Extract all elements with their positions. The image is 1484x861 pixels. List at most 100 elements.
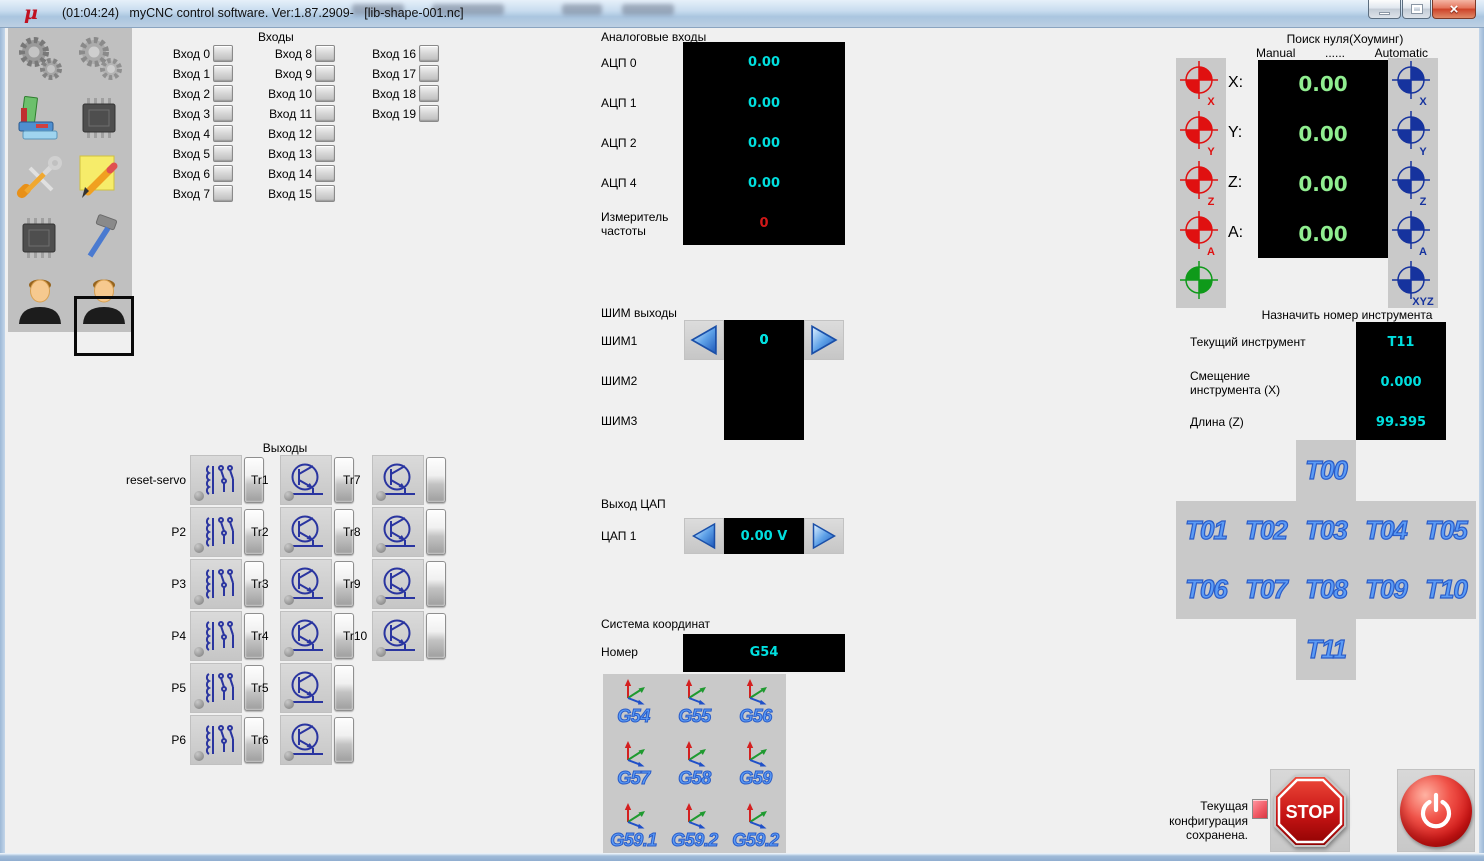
output-toggle[interactable] <box>426 457 446 503</box>
relay-button[interactable] <box>190 559 242 609</box>
relay-output-row: P6 <box>122 715 264 765</box>
decrement-arrow-button[interactable] <box>684 320 724 360</box>
input-indicator[interactable] <box>315 45 335 62</box>
tools-wrench-screwdriver-icon[interactable] <box>14 152 66 204</box>
input-indicator[interactable] <box>213 45 233 62</box>
titlebar[interactable]: μ (01:04:24) myCNC control software. Ver… <box>0 0 1484 28</box>
input-indicator[interactable] <box>213 105 233 122</box>
chip-2-icon[interactable] <box>14 212 66 264</box>
output-toggle[interactable] <box>426 561 446 607</box>
coord-system-button[interactable]: G56 <box>725 674 786 736</box>
output-led <box>376 543 386 553</box>
relay-button[interactable] <box>190 663 242 713</box>
homing-axis-button[interactable]: Z <box>1388 158 1438 208</box>
input-indicator[interactable] <box>213 65 233 82</box>
transistor-button[interactable] <box>280 663 332 713</box>
titlebar-blur-artifact <box>622 4 674 15</box>
output-toggle[interactable] <box>426 613 446 659</box>
transistor-button[interactable] <box>372 611 424 661</box>
tool-button[interactable]: T04 <box>1356 501 1416 560</box>
tool-button[interactable]: T01 <box>1176 501 1236 560</box>
close-button[interactable]: × <box>1432 0 1476 19</box>
user-profile-icon[interactable] <box>14 274 66 326</box>
coord-system-button[interactable]: G57 <box>603 736 664 798</box>
stop-button[interactable]: STOP <box>1270 769 1350 852</box>
input-indicator[interactable] <box>315 85 335 102</box>
relay-button[interactable] <box>190 611 242 661</box>
relay-button[interactable] <box>190 455 242 505</box>
tool-button[interactable]: T07 <box>1236 560 1296 619</box>
coord-system-button[interactable]: G59.1 <box>603 798 664 860</box>
coord-system-button[interactable]: G58 <box>664 736 725 798</box>
output-toggle[interactable] <box>426 509 446 555</box>
input-indicator[interactable] <box>213 125 233 142</box>
input-indicator[interactable] <box>315 165 335 182</box>
coord-system-button[interactable]: G59.2 <box>725 798 786 860</box>
increment-arrow-button[interactable] <box>804 320 844 360</box>
settings-gears-2-icon[interactable] <box>74 34 126 86</box>
transistor-button[interactable] <box>372 559 424 609</box>
homing-axis-button[interactable]: X <box>1388 58 1438 108</box>
input-indicator[interactable] <box>419 65 439 82</box>
tool-button-t00[interactable]: T00 <box>1296 441 1356 500</box>
tool-button[interactable]: T05 <box>1416 501 1476 560</box>
transistor-button[interactable] <box>280 559 332 609</box>
tool-row-2: T06 T07 T08 T09 T10 <box>1176 560 1476 619</box>
input-indicator[interactable] <box>419 105 439 122</box>
adc2-label: АЦП 2 <box>601 136 637 150</box>
input-indicator[interactable] <box>315 145 335 162</box>
coord-system-button[interactable]: G59.2 <box>664 798 725 860</box>
input-indicator[interactable] <box>213 165 233 182</box>
chip-icon[interactable] <box>74 92 126 144</box>
homing-axis-button[interactable]: A <box>1176 208 1226 258</box>
decrement-arrow-button[interactable] <box>684 518 724 554</box>
homing-axis-button[interactable]: A <box>1388 208 1438 258</box>
relay-button[interactable] <box>190 715 242 765</box>
maximize-button[interactable] <box>1402 0 1431 19</box>
transistor-button[interactable] <box>280 715 332 765</box>
output-toggle[interactable] <box>334 665 354 711</box>
tools-wrench-hammer-icon[interactable] <box>74 212 126 264</box>
input-indicator[interactable] <box>419 45 439 62</box>
transistor-button[interactable] <box>372 455 424 505</box>
tool-button[interactable]: T02 <box>1236 501 1296 560</box>
coord-system-button[interactable]: G55 <box>664 674 725 736</box>
transistor-button[interactable] <box>280 507 332 557</box>
input-indicator[interactable] <box>419 85 439 102</box>
transistor-button[interactable] <box>280 455 332 505</box>
increment-arrow-button[interactable] <box>804 518 844 554</box>
input-indicator[interactable] <box>213 85 233 102</box>
tool-button-t11[interactable]: T11 <box>1296 620 1356 679</box>
transistor-button[interactable] <box>280 611 332 661</box>
tool-button[interactable]: T08 <box>1296 560 1356 619</box>
settings-gears-icon[interactable] <box>14 34 66 86</box>
input-indicator[interactable] <box>315 185 335 202</box>
adc4-label: АЦП 4 <box>601 176 637 190</box>
input-indicator[interactable] <box>213 185 233 202</box>
homing-axis-button[interactable]: Y <box>1176 108 1226 158</box>
relay-button[interactable] <box>190 507 242 557</box>
tool-button[interactable]: T10 <box>1416 560 1476 619</box>
tool-button[interactable]: T09 <box>1356 560 1416 619</box>
minimize-button[interactable] <box>1368 0 1401 19</box>
power-button[interactable] <box>1397 769 1475 852</box>
homing-axis-button[interactable]: X <box>1176 58 1226 108</box>
tool-button[interactable]: T06 <box>1176 560 1236 619</box>
output-toggle[interactable] <box>334 717 354 763</box>
homing-axis-button[interactable]: Z <box>1176 158 1226 208</box>
coord-system-button[interactable]: G54 <box>603 674 664 736</box>
input-indicator[interactable] <box>315 65 335 82</box>
library-books-icon[interactable] <box>14 92 66 144</box>
current-tool-label: Текущий инструмент <box>1190 335 1306 349</box>
coord-system-button[interactable]: G59 <box>725 736 786 798</box>
tool-button[interactable]: T03 <box>1296 501 1356 560</box>
input-indicator[interactable] <box>213 145 233 162</box>
input-indicator[interactable] <box>315 105 335 122</box>
homing-axis-button[interactable]: Y <box>1388 108 1438 158</box>
output-led <box>194 595 204 605</box>
note-pencil-icon[interactable] <box>74 152 126 204</box>
transistor-button[interactable] <box>372 507 424 557</box>
homing-all-axes-button[interactable] <box>1176 258 1226 308</box>
homing-axis-button[interactable]: XYZ <box>1388 258 1438 308</box>
input-indicator[interactable] <box>315 125 335 142</box>
